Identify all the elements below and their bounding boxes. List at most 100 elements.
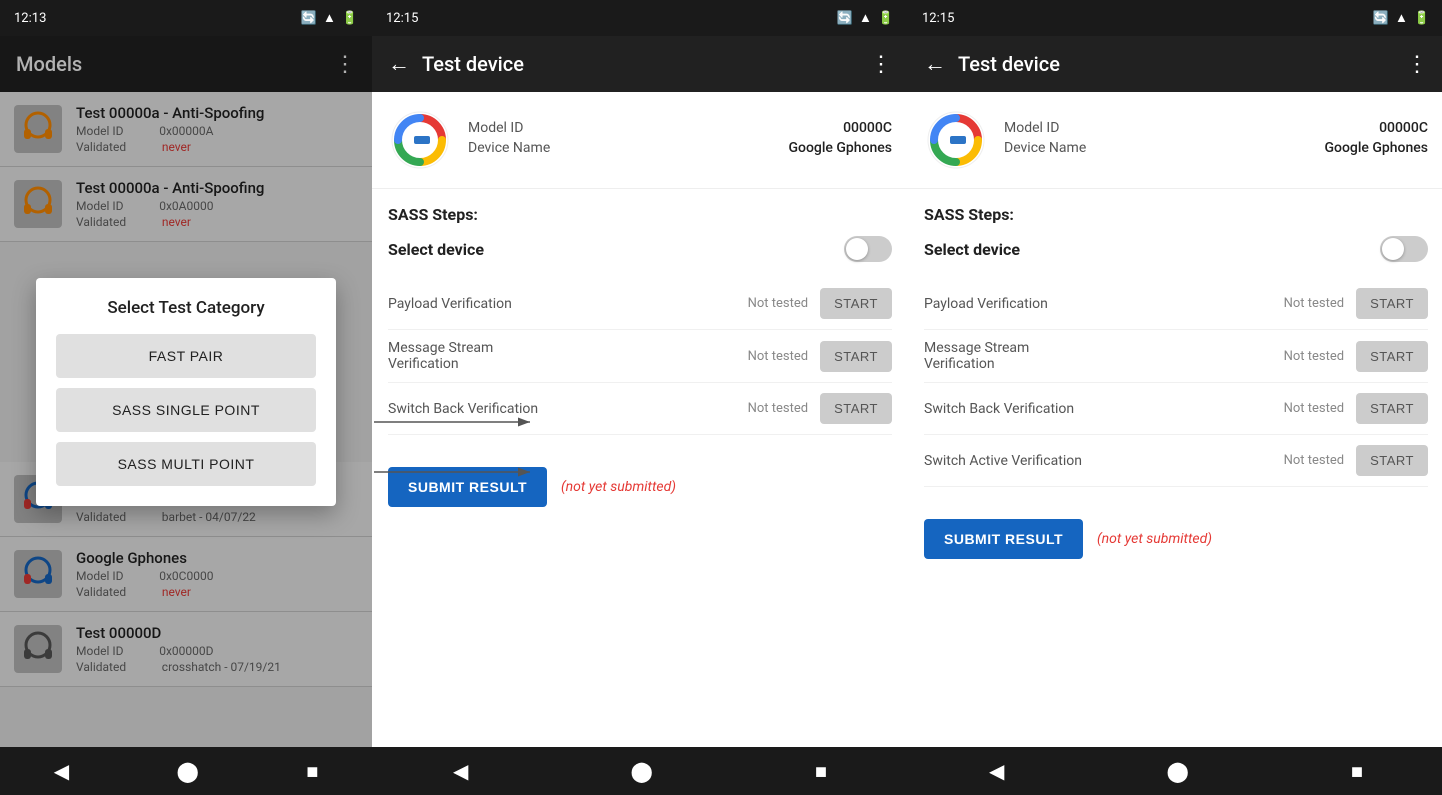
start-button[interactable]: START xyxy=(820,288,892,319)
test-label: Message StreamVerification xyxy=(924,340,1264,372)
phone3-title: Test device xyxy=(958,52,1394,76)
sass-multi-point-button[interactable]: SASS MULTI POINT xyxy=(56,442,316,486)
phone2: 12:15 🔄 ▲ 🔋 ← Test device ⋮ xyxy=(372,0,908,795)
wifi-icon: ▲ xyxy=(1395,10,1408,26)
sass-title: SASS Steps: xyxy=(924,205,1428,224)
device-logo xyxy=(924,108,988,172)
device-details: Model ID 00000C Device Name Google Gphon… xyxy=(1004,120,1428,160)
device-model-id-row: Model ID 00000C xyxy=(1004,120,1428,136)
test-status: Not tested xyxy=(1264,349,1344,364)
sync-icon: 🔄 xyxy=(1373,11,1389,26)
start-button[interactable]: START xyxy=(1356,445,1428,476)
test-label: Switch Active Verification xyxy=(924,453,1264,469)
device-name-value: Google Gphones xyxy=(1324,140,1428,156)
home-nav-icon[interactable]: ⬤ xyxy=(1166,759,1188,783)
test-row: Switch Back Verification Not tested STAR… xyxy=(388,383,892,435)
phone2-title: Test device xyxy=(422,52,858,76)
submit-section: SUBMIT RESULT (not yet submitted) xyxy=(908,503,1442,575)
back-nav-icon[interactable]: ◀ xyxy=(989,759,1004,783)
test-label: Message StreamVerification xyxy=(388,340,728,372)
recents-nav-icon[interactable]: ■ xyxy=(1351,759,1363,784)
device-name-row: Device Name Google Gphones xyxy=(1004,140,1428,156)
start-button[interactable]: START xyxy=(1356,288,1428,319)
google-logo2-icon xyxy=(924,108,988,172)
device-info-card: Model ID 00000C Device Name Google Gphon… xyxy=(908,92,1442,189)
battery-icon: 🔋 xyxy=(342,11,358,26)
phone2-menu-icon[interactable]: ⋮ xyxy=(870,52,892,77)
phone3-time: 12:15 xyxy=(922,11,954,26)
device-info-card: Model ID 00000C Device Name Google Gphon… xyxy=(372,92,908,189)
test-status: Not tested xyxy=(728,349,808,364)
back-nav-icon[interactable]: ◀ xyxy=(453,759,468,783)
toggle-knob xyxy=(1382,238,1404,260)
phone3-app-bar: ← Test device ⋮ xyxy=(908,36,1442,92)
phone3-test-content: Model ID 00000C Device Name Google Gphon… xyxy=(908,92,1442,747)
recents-nav-icon[interactable]: ■ xyxy=(815,759,827,784)
phone3: 12:15 🔄 ▲ 🔋 ← Test device ⋮ xyxy=(908,0,1442,795)
toggle-knob xyxy=(846,238,868,260)
device-name-row: Device Name Google Gphones xyxy=(468,140,892,156)
submit-result-button[interactable]: SUBMIT RESULT xyxy=(388,467,547,507)
wifi-icon: ▲ xyxy=(859,10,872,26)
device-logo xyxy=(388,108,452,172)
battery-icon: 🔋 xyxy=(1414,11,1430,26)
test-row: Message StreamVerification Not tested ST… xyxy=(388,330,892,383)
start-button[interactable]: START xyxy=(820,393,892,424)
device-name-label: Device Name xyxy=(1004,140,1086,156)
back-icon[interactable]: ← xyxy=(924,51,946,77)
back-icon[interactable]: ← xyxy=(388,51,410,77)
sync-icon: 🔄 xyxy=(837,11,853,26)
test-status: Not tested xyxy=(728,296,808,311)
test-status: Not tested xyxy=(1264,401,1344,416)
test-status: Not tested xyxy=(1264,296,1344,311)
not-submitted-label: (not yet submitted) xyxy=(1097,531,1212,547)
select-device-row: Select device xyxy=(388,236,892,262)
phone3-status-icons: 🔄 ▲ 🔋 xyxy=(1373,10,1430,26)
start-button[interactable]: START xyxy=(1356,393,1428,424)
test-row: Payload Verification Not tested START xyxy=(388,278,892,330)
home-nav-icon[interactable]: ⬤ xyxy=(630,759,652,783)
sass-title: SASS Steps: xyxy=(388,205,892,224)
test-label: Payload Verification xyxy=(388,296,728,312)
select-device-toggle[interactable] xyxy=(1380,236,1428,262)
phone1-status-bar: 12:13 🔄 ▲ 🔋 xyxy=(0,0,372,36)
phone2-content: ← Test device ⋮ xyxy=(372,36,908,747)
select-device-toggle[interactable] xyxy=(844,236,892,262)
phone3-status-bar: 12:15 🔄 ▲ 🔋 xyxy=(908,0,1442,36)
device-name-value: Google Gphones xyxy=(788,140,892,156)
start-button[interactable]: START xyxy=(1356,341,1428,372)
model-id-label: Model ID xyxy=(468,120,523,136)
test-status: Not tested xyxy=(1264,453,1344,468)
phone2-nav-bar: ◀ ⬤ ■ xyxy=(372,747,908,795)
sass-section: SASS Steps: Select device Payload Verifi… xyxy=(908,189,1442,503)
test-label: Switch Back Verification xyxy=(388,401,728,417)
test-label: Payload Verification xyxy=(924,296,1264,312)
back-nav-icon[interactable]: ◀ xyxy=(54,759,69,783)
device-details: Model ID 00000C Device Name Google Gphon… xyxy=(468,120,892,160)
device-model-id-row: Model ID 00000C xyxy=(468,120,892,136)
battery-icon: 🔋 xyxy=(878,11,894,26)
test-row: Switch Active Verification Not tested ST… xyxy=(924,435,1428,487)
home-nav-icon[interactable]: ⬤ xyxy=(176,759,198,783)
phone3-nav-bar: ◀ ⬤ ■ xyxy=(908,747,1442,795)
fast-pair-button[interactable]: FAST PAIR xyxy=(56,334,316,378)
submit-result-button[interactable]: SUBMIT RESULT xyxy=(924,519,1083,559)
phone2-app-bar: ← Test device ⋮ xyxy=(372,36,908,92)
sass-section: SASS Steps: Select device Payload Verifi… xyxy=(372,189,908,451)
phone1: 12:13 🔄 ▲ 🔋 Models ⋮ Te xyxy=(0,0,372,795)
google-logo-icon xyxy=(388,108,452,172)
phone3-menu-icon[interactable]: ⋮ xyxy=(1406,52,1428,77)
test-row: Message StreamVerification Not tested ST… xyxy=(924,330,1428,383)
modal-overlay: Select Test Category FAST PAIR SASS SING… xyxy=(0,36,372,747)
phone1-status-icons: 🔄 ▲ 🔋 xyxy=(301,10,358,26)
model-id-value: 00000C xyxy=(843,120,892,136)
phone2-test-content: Model ID 00000C Device Name Google Gphon… xyxy=(372,92,908,747)
sass-single-point-button[interactable]: SASS SINGLE POINT xyxy=(56,388,316,432)
start-button[interactable]: START xyxy=(820,341,892,372)
select-device-row: Select device xyxy=(924,236,1428,262)
wifi-icon: ▲ xyxy=(323,10,336,26)
test-row: Switch Back Verification Not tested STAR… xyxy=(924,383,1428,435)
phone3-content: ← Test device ⋮ Mode xyxy=(908,36,1442,747)
recents-nav-icon[interactable]: ■ xyxy=(306,759,318,784)
phone1-nav-bar: ◀ ⬤ ■ xyxy=(0,747,372,795)
